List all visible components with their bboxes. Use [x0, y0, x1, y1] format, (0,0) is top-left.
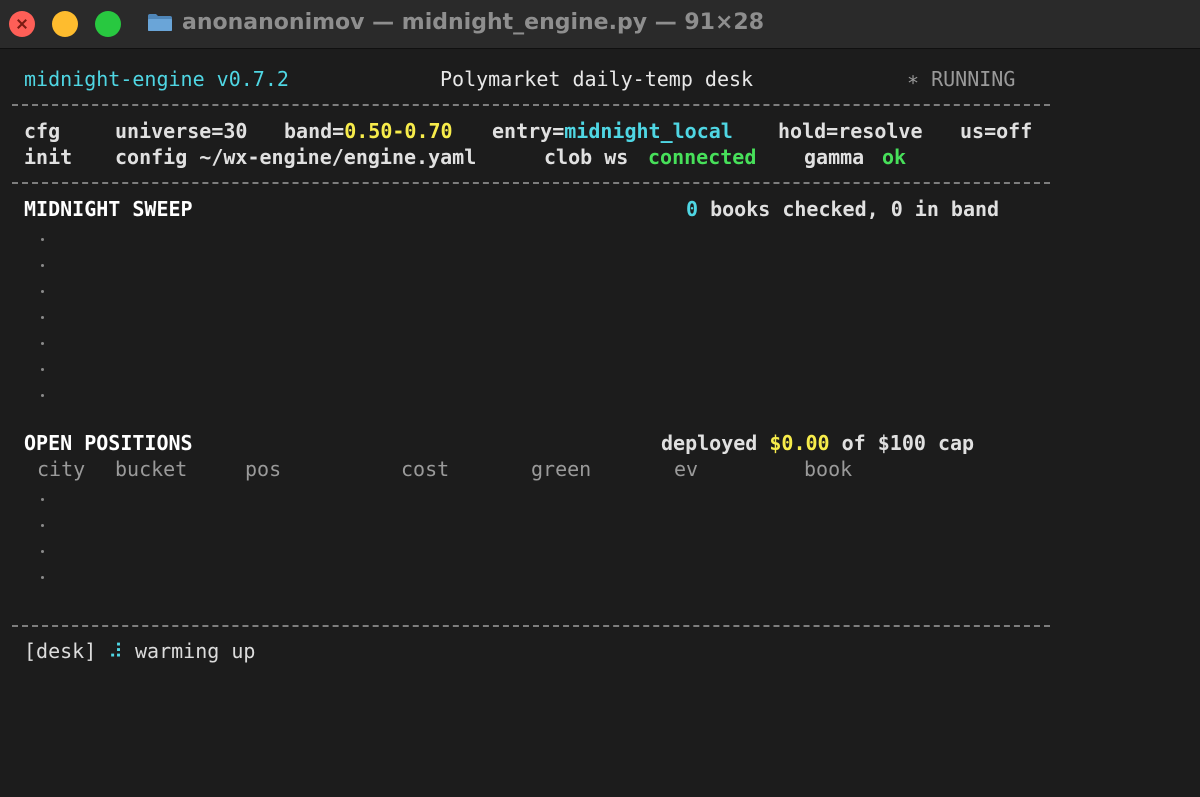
table-row [41, 576, 44, 579]
sweep-summary-rest: books checked, 0 in band [698, 197, 1000, 221]
gamma-label: gamma [804, 145, 865, 169]
window-title: anonanonimov — midnight_engine.py — 91×2… [182, 10, 765, 35]
list-item [41, 342, 44, 345]
column-header-ev: ev [674, 457, 699, 481]
cfg-band-value: 0.50-0.70 [344, 119, 453, 143]
cfg-universe: universe=30 [115, 119, 248, 143]
deployed-summary: deployed $0.00 of $100 cap [661, 430, 974, 456]
minimize-button[interactable] [52, 11, 78, 37]
list-item [41, 394, 44, 397]
status-message: warming up [135, 639, 256, 663]
sweep-summary: 0 books checked, 0 in band [686, 196, 999, 222]
cap-text: of $100 cap [829, 431, 975, 455]
list-item [41, 316, 44, 319]
column-header-book: book [804, 457, 853, 481]
cfg-band: band=0.50-0.70 [284, 118, 453, 144]
divider [12, 104, 1050, 106]
list-item [41, 368, 44, 371]
deployed-value: $0.00 [769, 431, 830, 455]
table-row [41, 524, 44, 527]
close-icon [16, 23, 28, 25]
cfg-entry-value: midnight_local [564, 119, 733, 143]
column-header-cost: cost [401, 457, 450, 481]
clob-status: connected [648, 145, 757, 169]
title-bar[interactable]: anonanonimov — midnight_engine.py — 91×2… [0, 0, 1200, 49]
init-config-path: config ~/wx-engine/engine.yaml [115, 145, 477, 169]
clob-label: clob ws [544, 145, 629, 169]
table-row [41, 550, 44, 553]
desk-name: Polymarket daily-temp desk [440, 67, 754, 91]
table-row [41, 498, 44, 501]
cfg-label: cfg [24, 119, 61, 143]
desk-status-line: [desk] ⠼ warming up [24, 638, 255, 664]
terminal-content[interactable]: midnight-engine v0.7.2 Polymarket daily-… [0, 49, 1200, 797]
gamma-status: ok [882, 145, 907, 169]
divider [12, 182, 1050, 184]
cfg-band-key: band= [284, 119, 345, 143]
list-item [41, 290, 44, 293]
zoom-button[interactable] [95, 11, 121, 37]
spinner-icon: ⠼ [108, 639, 123, 663]
divider [12, 625, 1050, 627]
desk-prompt: [desk] [24, 639, 97, 663]
column-header-pos: pos [245, 457, 282, 481]
status-badge: ∗ RUNNING [907, 67, 1016, 91]
folder-icon [148, 14, 172, 31]
deployed-label: deployed [661, 431, 770, 455]
terminal-window: anonanonimov — midnight_engine.py — 91×2… [0, 0, 1200, 797]
column-header-green: green [531, 457, 592, 481]
sweep-heading: MIDNIGHT SWEEP [24, 197, 193, 221]
column-header-city: city [37, 457, 86, 481]
cfg-hold: hold=resolve [778, 119, 923, 143]
list-item [41, 264, 44, 267]
app-version: midnight-engine v0.7.2 [24, 67, 289, 91]
books-checked-count: 0 [686, 197, 699, 221]
cfg-us: us=off [960, 119, 1033, 143]
column-header-bucket: bucket [115, 457, 188, 481]
cfg-entry: entry=midnight_local [492, 118, 733, 144]
cfg-entry-key: entry= [492, 119, 565, 143]
positions-heading: OPEN POSITIONS [24, 431, 193, 455]
list-item [41, 238, 44, 241]
close-button[interactable] [9, 11, 35, 37]
init-label: init [24, 145, 73, 169]
